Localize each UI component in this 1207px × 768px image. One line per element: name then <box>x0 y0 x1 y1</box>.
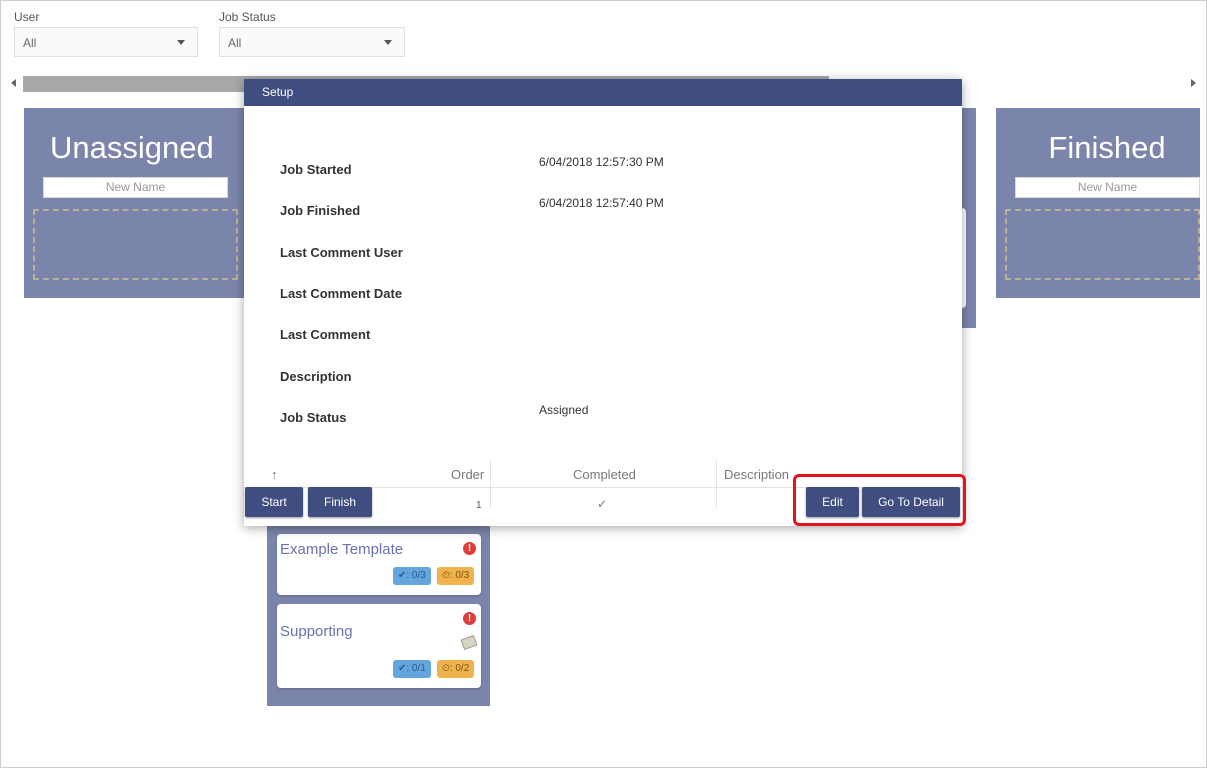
card-title[interactable]: Example Template <box>280 541 403 558</box>
column-unassigned: Unassigned New Name <box>24 108 244 298</box>
checkmark-icon: ✓ <box>597 497 608 511</box>
card-title[interactable]: Supporting <box>280 623 353 640</box>
column-title: Finished <box>1048 130 1166 165</box>
card-dropzone[interactable] <box>1005 209 1200 280</box>
user-filter-label: User <box>14 10 40 24</box>
chevron-down-icon <box>384 40 392 45</box>
field-value-job-status: Assigned <box>539 403 589 417</box>
field-label-job-status: Job Status <box>280 410 347 425</box>
job-card[interactable]: Example Template ! ✔: 0/3 ⏲: 0/3 <box>277 534 481 595</box>
column-divider <box>716 459 717 509</box>
time-badge: ⏲: 0/3 <box>437 567 475 585</box>
chevron-down-icon <box>177 40 185 45</box>
checklist-badge: ✔: 0/3 <box>393 567 431 585</box>
user-select-value: All <box>23 36 37 50</box>
field-label-last-comment-date: Last Comment Date <box>280 286 403 301</box>
column-header-description[interactable]: Description <box>724 467 789 482</box>
new-name-input[interactable]: New Name <box>1015 177 1200 198</box>
column-header-completed[interactable]: Completed <box>573 467 636 482</box>
field-label-last-comment-user: Last Comment User <box>280 245 403 260</box>
job-card[interactable]: Supporting ! ✔: 0/1 ⏲: 0/2 <box>277 604 481 688</box>
alert-icon: ! <box>463 542 476 555</box>
scroll-right-arrow-icon[interactable] <box>1191 79 1196 87</box>
setup-modal: Setup Job Started 6/04/2018 12:57:30 PM … <box>244 79 962 526</box>
go-to-detail-button[interactable]: Go To Detail <box>862 487 960 517</box>
alert-icon: ! <box>463 612 476 625</box>
column-title: Unassigned <box>50 130 214 165</box>
card-dropzone[interactable] <box>33 209 238 280</box>
start-button[interactable]: Start <box>245 487 303 517</box>
field-label-job-finished: Job Finished <box>280 203 361 218</box>
sort-arrow-icon[interactable]: ↑ <box>271 467 278 482</box>
new-name-input[interactable]: New Name <box>43 177 228 198</box>
column-finished: Finished New Name <box>996 108 1200 298</box>
row-order-value: 1 <box>476 500 482 511</box>
job-status-select-value: All <box>228 36 242 50</box>
job-status-filter: Job Status All <box>219 10 405 57</box>
finish-button[interactable]: Finish <box>308 487 372 517</box>
user-select[interactable]: All <box>14 27 198 57</box>
field-label-description: Description <box>280 369 352 384</box>
column-header-order[interactable]: Order <box>451 467 484 482</box>
field-label-job-started: Job Started <box>280 162 352 177</box>
user-filter: User All <box>14 10 198 57</box>
checklist-badge: ✔: 0/1 <box>393 660 431 678</box>
field-label-last-comment: Last Comment <box>280 327 371 342</box>
job-status-filter-label: Job Status <box>219 10 276 24</box>
modal-title: Setup <box>244 79 962 106</box>
column-cards: Example Template ! ✔: 0/3 ⏲: 0/3 Support… <box>267 520 490 706</box>
edit-button[interactable]: Edit <box>806 487 859 517</box>
comment-icon <box>460 634 478 651</box>
field-value-job-finished: 6/04/2018 12:57:40 PM <box>539 196 664 210</box>
scroll-left-arrow-icon[interactable] <box>11 79 16 87</box>
field-value-job-started: 6/04/2018 12:57:30 PM <box>539 155 664 169</box>
column-divider <box>490 459 491 509</box>
job-status-select[interactable]: All <box>219 27 405 57</box>
time-badge: ⏲: 0/2 <box>437 660 475 678</box>
